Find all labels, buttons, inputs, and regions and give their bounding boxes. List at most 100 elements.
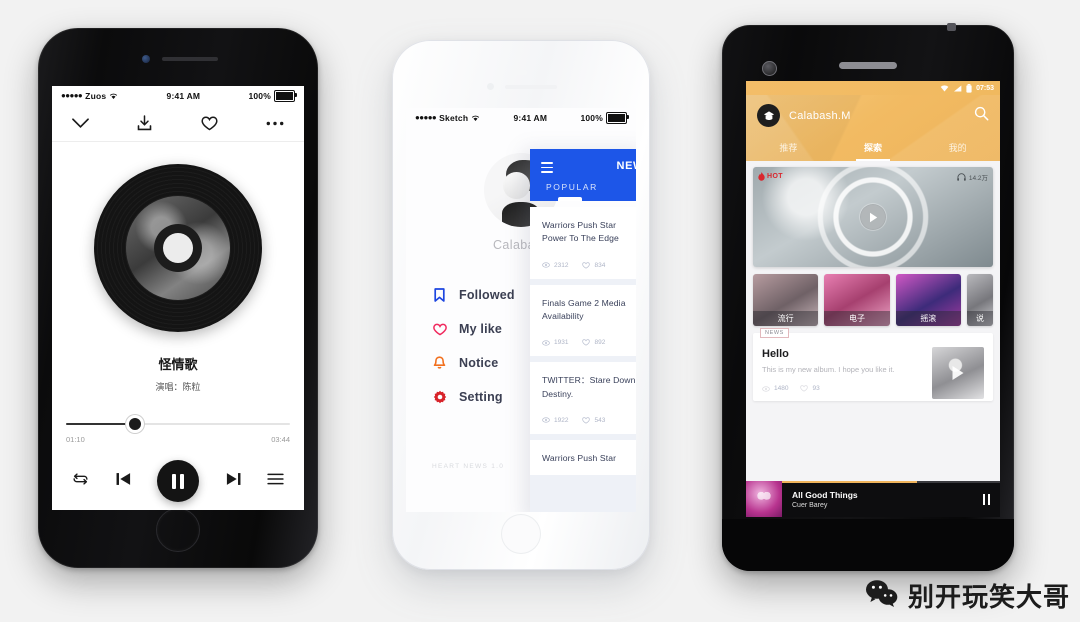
- wechat-watermark: 别开玩笑大哥: [865, 577, 1070, 614]
- sidebar-item-label: Followed: [459, 288, 515, 302]
- next-icon[interactable]: [225, 471, 242, 492]
- hamburger-icon[interactable]: [541, 162, 553, 176]
- wechat-icon: [865, 579, 899, 613]
- screenshot-stage: ●●●●● Zuos 9:41 AM 100% 怪情歌 演唱：陈粒 01:10 …: [0, 0, 1080, 622]
- category-tile-rap[interactable]: 说: [966, 274, 993, 326]
- likes-count: 93: [812, 385, 820, 393]
- player-controls: [72, 460, 284, 502]
- wifi-icon: [472, 115, 480, 121]
- views-stat: 1480: [762, 385, 788, 392]
- list-item[interactable]: TWITTER：Stare Down Destiny. 1922 543: [530, 362, 636, 434]
- eye-icon: [762, 386, 770, 392]
- card-stats: 1931 892: [542, 339, 636, 346]
- right-phone-screen: 07:53 Calabash.M 推荐 探索 我的 HOT 14.2万 流行 电…: [746, 81, 1000, 517]
- phone-left-black-iphone: ●●●●● Zuos 9:41 AM 100% 怪情歌 演唱：陈粒 01:10 …: [38, 28, 318, 568]
- tab-mine[interactable]: 我的: [915, 135, 1000, 161]
- more-icon[interactable]: [266, 121, 284, 126]
- play-icon[interactable]: [860, 204, 886, 230]
- pause-icon[interactable]: [982, 493, 990, 505]
- playlist-icon[interactable]: [267, 472, 284, 490]
- signal-dots: ●●●●●: [415, 113, 437, 122]
- progress-slider[interactable]: [66, 415, 290, 433]
- drawer-footer: HEART NEWS 1.0: [432, 463, 505, 470]
- likes-stat: 543: [582, 417, 605, 424]
- home-button[interactable]: [156, 508, 200, 552]
- pause-bar: [180, 473, 184, 489]
- pause-button[interactable]: [157, 460, 199, 502]
- app-logo-icon: [757, 104, 780, 127]
- mini-player-title: All Good Things: [792, 489, 858, 500]
- battery-percent: 100%: [248, 90, 271, 101]
- mini-player-progress: [782, 481, 1000, 483]
- download-icon[interactable]: [137, 115, 152, 131]
- category-tile-electronic[interactable]: 电子: [824, 274, 890, 326]
- status-time: 9:41 AM: [513, 112, 548, 123]
- repeat-icon[interactable]: [72, 472, 89, 491]
- home-button[interactable]: [501, 514, 541, 554]
- news-badge: NEWS: [760, 328, 789, 338]
- eye-icon: [542, 417, 550, 423]
- eye-icon: [542, 340, 550, 346]
- search-icon[interactable]: [974, 106, 989, 126]
- app-brand-label: Calabash.M: [789, 109, 851, 122]
- likes-stat: 834: [582, 262, 605, 269]
- side-drawer: Calabash Followed My like Notice Setting…: [406, 127, 636, 512]
- card-title: Finals Game 2 Media Availability: [542, 297, 626, 321]
- carrier-label: Zuos: [85, 90, 107, 101]
- views-stat: 1922: [542, 417, 568, 424]
- left-phone-screen: ●●●●● Zuos 9:41 AM 100% 怪情歌 演唱：陈粒 01:10 …: [52, 86, 304, 510]
- song-artist: 演唱：陈粒: [155, 382, 201, 392]
- category-tile-pop[interactable]: 流行: [753, 274, 819, 326]
- album-cover-image: [126, 196, 230, 300]
- earpiece-speaker: [839, 62, 897, 69]
- chevron-down-icon[interactable]: [72, 117, 89, 129]
- heart-icon[interactable]: [201, 115, 218, 131]
- likes-count: 834: [594, 261, 606, 269]
- previous-icon[interactable]: [115, 471, 132, 492]
- category-label: 摇滚: [895, 311, 961, 326]
- vinyl-record[interactable]: [94, 164, 262, 332]
- plays-count: 14.2万: [968, 175, 988, 182]
- panel-body[interactable]: Warriors Push Star Power To The Edge 231…: [530, 207, 636, 512]
- news-thumbnail[interactable]: [932, 347, 984, 399]
- list-item[interactable]: Finals Game 2 Media Availability 1931 89…: [530, 284, 636, 357]
- android-status-bar: 07:53: [746, 81, 1000, 95]
- play-icon[interactable]: [952, 366, 964, 380]
- progress-knob[interactable]: [126, 415, 145, 433]
- active-tab-indicator: [558, 197, 582, 201]
- list-item[interactable]: Warriors Push Star Power To The Edge 231…: [530, 207, 636, 279]
- flame-icon: [758, 172, 765, 181]
- news-card[interactable]: NEWS Hello This is my new album. I hope …: [753, 328, 993, 402]
- category-label: 说: [966, 311, 993, 326]
- tab-explore[interactable]: 探索: [831, 135, 916, 161]
- content-panel: NEW POPULAR Warriors Push Star Power To …: [530, 149, 636, 512]
- phone-center-white-iphone: ●●●●● Sketch 9:41 AM 100% Calabash Follo…: [392, 40, 650, 570]
- avatar-face: [503, 172, 530, 199]
- elapsed-time: 01:10: [66, 435, 85, 444]
- mini-player-text: All Good Things Cuer Barey: [782, 490, 983, 509]
- heart-icon: [582, 417, 591, 424]
- ios-status-bar: ●●●●● Zuos 9:41 AM 100%: [52, 86, 304, 105]
- status-badge: HOT: [758, 172, 783, 181]
- category-label: 流行: [753, 311, 819, 326]
- views-count: 1922: [554, 416, 569, 424]
- tab-new[interactable]: NEW: [617, 160, 636, 172]
- status-time: 9:41 AM: [166, 90, 201, 101]
- tab-popular[interactable]: POPULAR: [546, 182, 598, 192]
- center-phone-screen: ●●●●● Sketch 9:41 AM 100% Calabash Follo…: [406, 108, 636, 512]
- song-title: 怪情歌: [158, 357, 198, 372]
- mini-player-artist: Cuer Barey: [792, 501, 828, 509]
- bookmark-icon: [432, 288, 447, 303]
- featured-banner[interactable]: HOT 14.2万: [753, 167, 993, 267]
- hot-label: HOT: [767, 173, 783, 180]
- gear-icon: [432, 390, 447, 405]
- category-tile-rock[interactable]: 摇滚: [895, 274, 961, 326]
- mini-player-bar[interactable]: All Good Things Cuer Barey: [746, 481, 1000, 517]
- headphone-icon: [957, 173, 966, 181]
- views-stat: 2312: [542, 262, 568, 269]
- views-count: 1480: [774, 385, 789, 393]
- signal-dots: ●●●●●: [61, 91, 83, 100]
- explore-content: HOT 14.2万 流行 电子 摇滚 说 NEWS Hello This is …: [746, 161, 1000, 517]
- list-item[interactable]: Warriors Push Star: [530, 439, 636, 476]
- tab-recommend[interactable]: 推荐: [746, 135, 831, 161]
